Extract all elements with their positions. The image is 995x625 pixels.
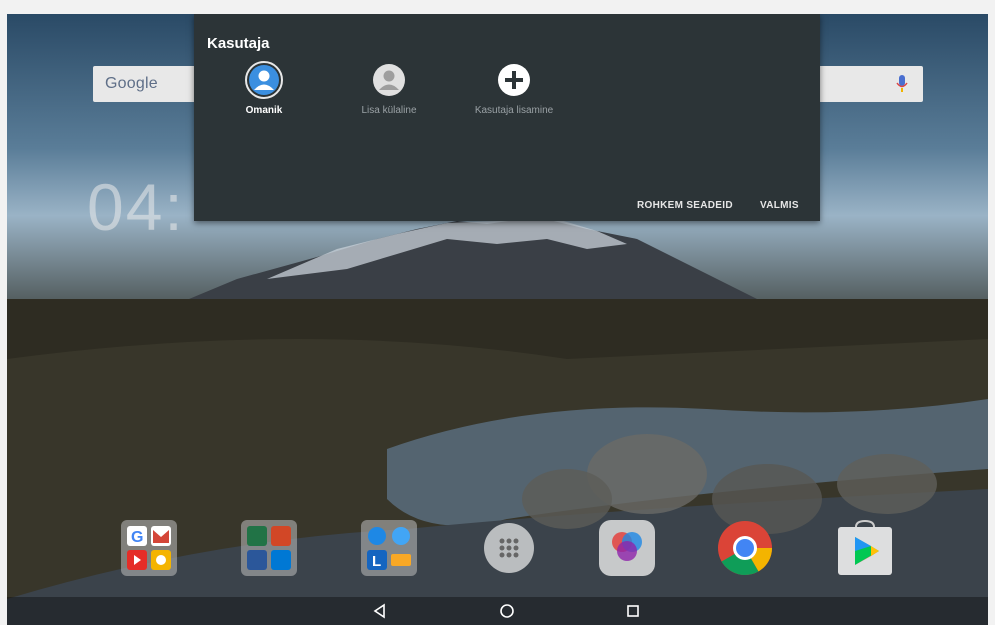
home-screen: Google 04: Kasutaja Omanik Lisa külaline…: [7, 14, 988, 625]
svg-text:L: L: [372, 553, 381, 570]
owner-avatar-icon: [245, 61, 283, 99]
mic-icon[interactable]: [895, 74, 909, 94]
google-logo: Google: [105, 75, 158, 92]
user-switcher-panel: Kasutaja Omanik Lisa külaline Kasutaja l…: [194, 14, 820, 221]
user-label: Omanik: [245, 105, 283, 116]
more-settings-button[interactable]: ROHKEM SEADEID: [637, 200, 733, 211]
app-drawer-icon[interactable]: [480, 519, 538, 577]
svg-text:G: G: [131, 529, 143, 546]
tools-folder-icon[interactable]: L: [360, 519, 418, 577]
chrome-icon[interactable]: [716, 519, 774, 577]
play-store-icon[interactable]: [836, 519, 894, 577]
guest-avatar-icon: [370, 61, 408, 99]
color-app-icon[interactable]: [598, 519, 656, 577]
user-owner[interactable]: Omanik: [204, 61, 324, 116]
back-icon[interactable]: [371, 603, 389, 619]
clock-widget[interactable]: 04:: [87, 169, 185, 245]
user-label: Lisa külaline: [361, 105, 417, 116]
recents-icon[interactable]: [624, 603, 642, 619]
app-dock: G L: [7, 519, 988, 589]
done-button[interactable]: VALMIS: [760, 200, 799, 211]
add-user-icon: [495, 61, 533, 99]
navigation-bar: [7, 597, 988, 625]
google-folder-icon[interactable]: G: [120, 519, 178, 577]
home-icon[interactable]: [498, 603, 516, 619]
user-guest[interactable]: Lisa külaline: [329, 61, 449, 116]
user-label: Kasutaja lisamine: [474, 105, 554, 116]
panel-title: Kasutaja: [207, 35, 270, 52]
office-folder-icon[interactable]: [240, 519, 298, 577]
add-user[interactable]: Kasutaja lisamine: [454, 61, 574, 116]
